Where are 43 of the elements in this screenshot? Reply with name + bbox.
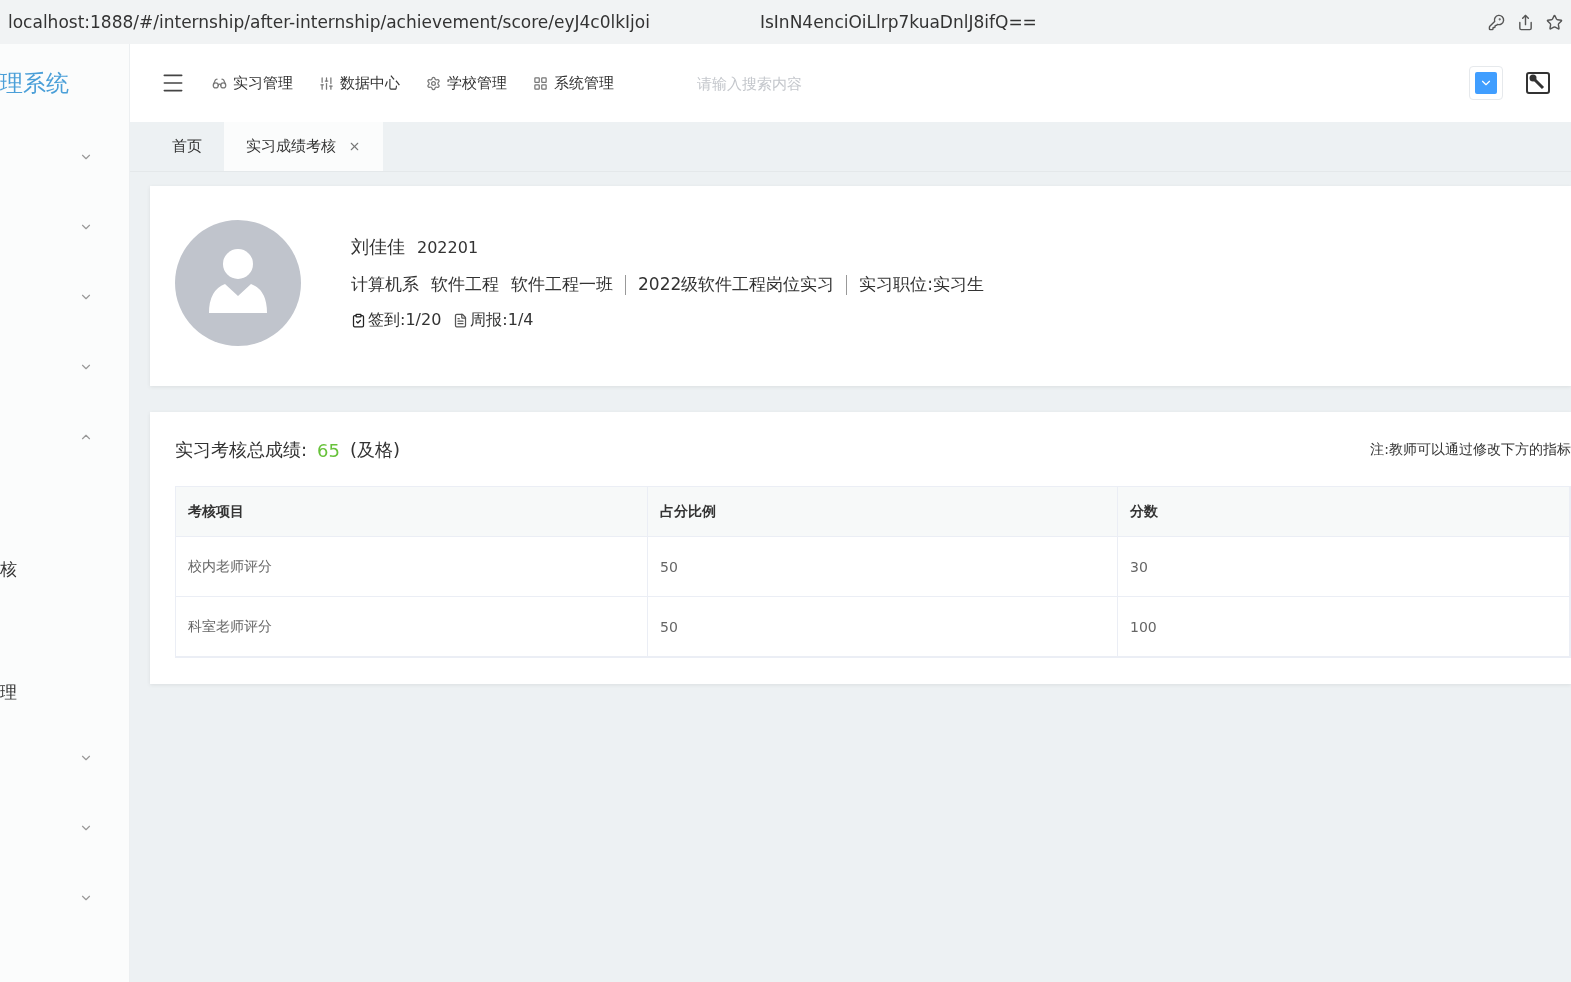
- table-cell: 校内老师评分: [176, 537, 648, 597]
- tab[interactable]: 实习成绩考核: [224, 122, 383, 171]
- sliders-icon: [319, 75, 334, 91]
- table-cell: 50: [648, 537, 1118, 597]
- star-icon[interactable]: [1546, 13, 1563, 31]
- clipboard-check-icon: [351, 313, 366, 328]
- info-text: 计算机系: [351, 273, 419, 296]
- grid-icon: [533, 75, 548, 91]
- column-header: 占分比例: [648, 487, 1118, 537]
- sidebar-subitem[interactable]: 核: [0, 557, 17, 581]
- nav-item[interactable]: 系统管理: [533, 73, 614, 93]
- wrench-icon[interactable]: [1525, 70, 1551, 96]
- info-text: 实习职位:实习生: [859, 273, 984, 296]
- share-icon[interactable]: [1517, 13, 1534, 31]
- column-header: 分数: [1118, 487, 1570, 537]
- key-icon[interactable]: [1488, 13, 1505, 31]
- info-text: 软件工程一班: [511, 273, 613, 296]
- tab[interactable]: 首页: [150, 122, 224, 171]
- student-name: 刘佳佳: [351, 235, 405, 259]
- stat-text: 签到:1/20: [368, 310, 442, 331]
- close-icon[interactable]: [348, 140, 361, 153]
- table-cell: 科室老师评分: [176, 597, 648, 657]
- settings-icon: [426, 75, 441, 91]
- info-text: 2022级软件工程岗位实习: [638, 273, 835, 296]
- table-cell: 50: [648, 597, 1118, 657]
- nav-item[interactable]: 数据中心: [319, 73, 400, 93]
- score-label: 实习考核总成绩:: [175, 438, 308, 462]
- info-text: 软件工程: [431, 273, 499, 296]
- document-icon: [453, 313, 469, 328]
- student-id: 202201: [417, 237, 479, 257]
- score-value: 65: [317, 439, 340, 461]
- stat-text: 周报:1/4: [470, 310, 534, 331]
- table-cell: 100: [1118, 597, 1570, 657]
- app-title: 理系统: [0, 68, 69, 98]
- table-cell: 30: [1118, 537, 1570, 597]
- nav-item[interactable]: 实习管理: [212, 73, 293, 93]
- search-field[interactable]: 请输入搜索内容: [695, 73, 995, 93]
- score-verdict: (及格): [350, 438, 401, 462]
- column-header: 考核项目: [176, 487, 648, 537]
- note-text: 注:教师可以通过修改下方的指标: [1370, 441, 1571, 459]
- sidebar-subitem[interactable]: 理: [0, 680, 17, 704]
- dropdown-button[interactable]: [1469, 66, 1503, 100]
- nav-item[interactable]: 学校管理: [426, 73, 507, 93]
